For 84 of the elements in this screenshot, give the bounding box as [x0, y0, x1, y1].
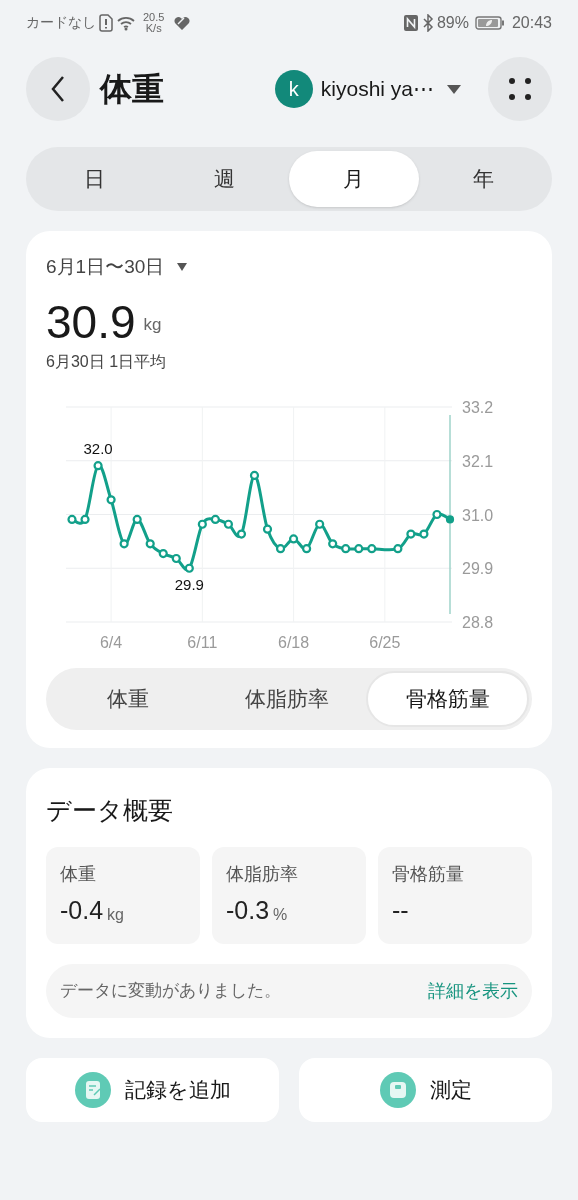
page-title: 体重 — [100, 70, 164, 109]
y-axis-label: 33.2 — [462, 398, 494, 416]
data-point — [432, 509, 442, 519]
data-point — [445, 514, 455, 523]
metric-tab[interactable]: 骨格筋量 — [366, 670, 529, 727]
y-axis-label: 28.8 — [462, 613, 494, 631]
period-tab[interactable]: 月 — [289, 151, 419, 207]
data-point — [289, 533, 299, 544]
metric-tab[interactable]: 体重 — [49, 670, 208, 727]
stat-label: 体重 — [60, 863, 97, 886]
user-selector[interactable]: k kiyoshi ya⋯ — [274, 70, 462, 108]
x-axis-label: 6/18 — [278, 633, 310, 651]
data-point — [367, 543, 377, 553]
caret-icon — [446, 83, 462, 95]
data-point — [275, 543, 286, 553]
metric-tab[interactable]: 体脂肪率 — [207, 670, 367, 727]
weight-unit: kg — [143, 314, 162, 336]
note-icon — [74, 1072, 111, 1108]
carrier-text: カードなし — [26, 13, 96, 32]
data-point — [354, 543, 364, 553]
scale-icon — [379, 1072, 416, 1108]
clock-time: 20:43 — [511, 12, 552, 33]
period-tab[interactable]: 日 — [30, 151, 160, 207]
data-point — [302, 543, 312, 553]
data-point — [393, 543, 403, 553]
y-axis-label: 32.1 — [462, 452, 494, 470]
period-tab[interactable]: 週 — [159, 151, 289, 207]
dots-icon — [508, 77, 532, 101]
data-point — [80, 514, 90, 524]
battery-icon — [474, 14, 505, 31]
battery-percent: 89% — [436, 12, 469, 33]
stat-unit: % — [273, 904, 288, 925]
x-axis-label: 6/4 — [100, 633, 123, 651]
data-point — [210, 514, 220, 524]
network-speed: 20.5 — [143, 11, 165, 23]
y-axis-label: 31.0 — [462, 506, 494, 523]
data-point — [419, 528, 429, 539]
date-range-selector[interactable]: 6月1日〜30日 — [46, 253, 189, 282]
y-axis-label: 29.9 — [462, 559, 494, 577]
notice-text: データに変動がありました。 — [60, 980, 281, 1003]
stat-value: -0.3 — [226, 895, 270, 926]
stat-unit: kg — [107, 904, 124, 925]
data-point — [197, 519, 207, 529]
sim-alert-icon — [99, 13, 113, 32]
data-point — [315, 519, 325, 529]
data-point — [106, 494, 116, 504]
data-label: 29.9 — [174, 575, 204, 593]
data-point — [145, 538, 155, 548]
stat-value: -- — [392, 895, 409, 926]
caret-icon — [176, 262, 189, 273]
action-button[interactable]: 記録を追加 — [26, 1058, 279, 1122]
action-button[interactable]: 測定 — [299, 1058, 552, 1122]
speed-unit: K/s — [145, 22, 162, 34]
data-point — [184, 563, 194, 573]
stat-value: -0.4 — [60, 895, 104, 926]
nfc-icon — [402, 13, 419, 32]
stat-label: 体脂肪率 — [226, 863, 299, 886]
data-point — [262, 524, 273, 534]
user-name: kiyoshi ya⋯ — [320, 76, 434, 103]
data-point — [171, 553, 181, 563]
overview-title: データ概要 — [46, 794, 174, 826]
bluetooth-icon — [421, 13, 434, 32]
data-label: 32.0 — [83, 439, 113, 457]
data-point — [249, 470, 260, 480]
data-point — [67, 514, 77, 524]
data-point — [93, 460, 103, 470]
data-point — [328, 538, 338, 548]
x-axis-label: 6/25 — [369, 633, 401, 651]
data-point — [236, 528, 247, 539]
data-point — [406, 528, 416, 539]
period-tab[interactable]: 年 — [418, 151, 548, 207]
details-link[interactable]: 詳細を表示 — [428, 977, 518, 1005]
data-point — [119, 538, 129, 548]
data-point — [341, 543, 351, 553]
weight-value: 30.9 — [46, 295, 136, 348]
x-axis-label: 6/11 — [187, 633, 218, 651]
data-point — [223, 519, 233, 529]
heart-icon — [173, 14, 192, 31]
back-icon — [49, 75, 67, 103]
data-point — [158, 548, 168, 558]
user-avatar: k — [274, 70, 313, 108]
stat-label: 骨格筋量 — [392, 863, 465, 886]
data-point — [132, 514, 142, 524]
average-caption: 6月30日 1日平均 — [46, 351, 168, 372]
